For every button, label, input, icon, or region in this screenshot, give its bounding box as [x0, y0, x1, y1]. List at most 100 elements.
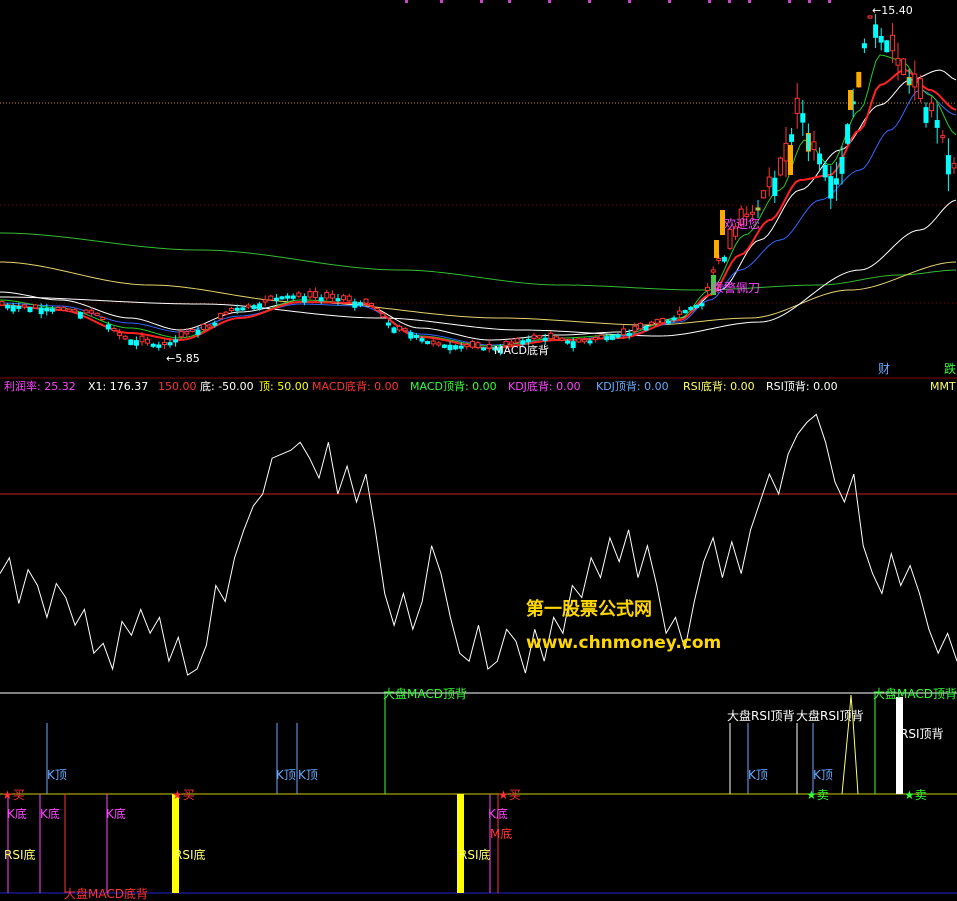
candle-body — [593, 337, 599, 341]
candle-body — [873, 24, 879, 38]
candle-body — [895, 57, 901, 66]
candle-body — [279, 296, 285, 300]
candle-body — [660, 318, 666, 324]
rsi-bottom-bar — [457, 794, 464, 893]
candle-body — [391, 327, 397, 333]
signal-label: ★买 — [172, 788, 195, 802]
top-tick — [828, 0, 831, 3]
candle-body — [565, 340, 571, 344]
candle-body — [654, 319, 660, 324]
top-tick — [708, 0, 711, 3]
signal-label: K顶 — [813, 768, 833, 782]
candle-body — [688, 306, 694, 310]
candle-body — [380, 313, 386, 318]
candle-body — [699, 303, 705, 307]
candle-body — [665, 320, 671, 324]
signal-label: 大盘RSI顶背 — [796, 708, 864, 723]
candle-body — [201, 323, 207, 330]
candle-body — [189, 328, 195, 332]
candle-body — [940, 135, 946, 139]
top-tick — [588, 0, 591, 3]
signal-label: M底 — [490, 826, 512, 841]
candle-body — [828, 176, 834, 199]
candle-body — [800, 113, 806, 123]
candle-body — [525, 338, 531, 343]
candle-body — [761, 190, 767, 199]
candle-body — [257, 303, 263, 309]
candle-body — [5, 304, 11, 309]
signal-label: ★买 — [498, 788, 521, 802]
candle-body — [637, 322, 643, 330]
candle-body — [285, 295, 291, 299]
candle-body — [217, 313, 223, 320]
candle-body — [161, 341, 167, 345]
candle-body — [643, 325, 649, 331]
candle-body — [10, 305, 16, 312]
candle-body — [559, 337, 565, 341]
signal-label: K顶 — [276, 768, 296, 782]
candle-body — [33, 304, 39, 309]
candle-body — [77, 312, 83, 319]
candle-body — [777, 157, 783, 176]
top-tick — [808, 0, 811, 3]
candle-body — [486, 343, 492, 349]
candle-body — [604, 336, 610, 341]
stock-chart: ←15.40 ←5.85 MACD底背 欢迎您 乘警佩刀 财 跌 利润率: 25… — [0, 0, 957, 901]
candle-body — [917, 78, 923, 99]
candle-body — [346, 295, 352, 302]
candle-body — [55, 306, 61, 310]
candle-body — [912, 73, 918, 88]
candle-body — [307, 291, 313, 298]
candle-body — [553, 336, 559, 340]
candle-body — [173, 339, 179, 343]
candle-body — [537, 335, 543, 339]
indicator-header-item: RSI底背: 0.00 — [683, 379, 755, 393]
indicator-header-item: MACD底背: 0.00 — [312, 379, 399, 393]
candle-body — [122, 335, 128, 340]
candle-body — [934, 120, 940, 128]
candle-body — [240, 307, 246, 311]
top-ticks — [405, 0, 831, 3]
candle-body — [447, 344, 453, 351]
candle-body — [772, 177, 778, 196]
candle-body — [178, 331, 184, 338]
candle-body — [290, 295, 296, 299]
indicator-line — [0, 413, 957, 676]
candle-body — [542, 337, 548, 341]
signal-label: 大盘MACD顶背 — [873, 686, 957, 701]
highlight-candle — [848, 90, 853, 110]
candle-body — [794, 97, 800, 114]
candle-body — [839, 156, 845, 174]
indicator-header-item: KDJ顶背: 0.00 — [596, 379, 669, 393]
candle-body — [464, 344, 470, 348]
candle-body — [441, 344, 447, 348]
candle-body — [469, 340, 475, 348]
signal-label: ★卖 — [806, 788, 829, 802]
candle-body — [223, 311, 229, 315]
candle-body — [262, 299, 268, 303]
candle-body — [889, 34, 895, 52]
candle-body — [234, 307, 240, 311]
indicator-header-item: X1: 176.37 — [88, 380, 148, 393]
ma-red — [0, 69, 957, 349]
candle-body — [72, 309, 78, 313]
indicator-header-item: RSI顶背: 0.00 — [766, 379, 838, 393]
candle-body — [430, 340, 436, 345]
candle-body — [206, 324, 212, 328]
candle-body — [766, 176, 772, 188]
candle-body — [133, 340, 139, 346]
price-grid — [0, 204, 957, 304]
candle-body — [195, 329, 201, 335]
candle-body — [49, 308, 55, 312]
candle-body — [671, 317, 677, 321]
candle-body — [329, 293, 335, 299]
candle-body — [514, 338, 520, 343]
candle-body — [335, 298, 341, 302]
signal-label: RSI底 — [4, 847, 36, 862]
candle-body — [436, 342, 442, 346]
signal-label: K顶 — [748, 768, 768, 782]
finance-label: 财 — [878, 362, 890, 376]
ma-long-green — [0, 232, 957, 291]
candle-body — [587, 340, 593, 344]
candle-body — [357, 302, 363, 306]
